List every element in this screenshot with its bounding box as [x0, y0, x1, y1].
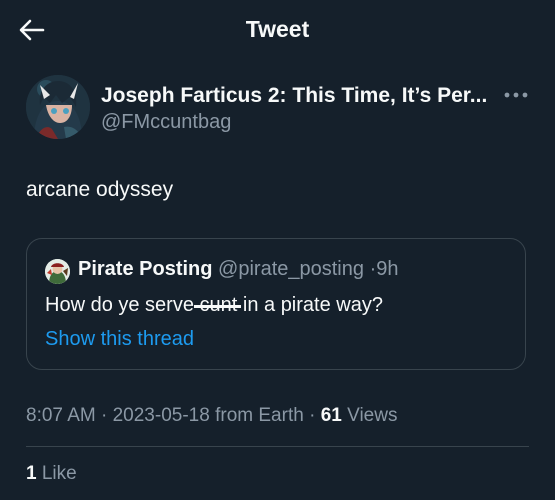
more-button[interactable]	[501, 85, 531, 105]
author-handle[interactable]: @FMccuntbag	[101, 111, 231, 134]
pirate-avatar-icon	[45, 259, 70, 284]
quote-header: Pirate Posting @pirate_posting ·9h	[78, 258, 398, 281]
tweet-author: Joseph Farticus 2: This Time, It’s Per..…	[26, 75, 531, 141]
tweet-page: Tweet Joseph Farticus 2: This Time, It’s…	[0, 0, 555, 500]
views-label: Views	[347, 405, 398, 426]
divider	[26, 446, 529, 447]
likes-label: Like	[41, 463, 77, 484]
avatar[interactable]	[26, 75, 90, 139]
quote-text-struck: cunt	[193, 294, 242, 316]
tweet-text: arcane odyssey	[26, 178, 174, 201]
likes-count: 1	[26, 463, 37, 484]
quote-time[interactable]: 9h	[376, 258, 398, 280]
quote-text-after: in a pirate way?	[237, 294, 383, 316]
header: Tweet	[0, 0, 555, 60]
tweet-source: from Earth	[215, 405, 304, 426]
quote-handle[interactable]: @pirate_posting	[218, 258, 364, 280]
tweet-date[interactable]: 2023-05-18	[113, 405, 210, 426]
quote-text: How do ye serve cunt in a pirate way?	[45, 294, 383, 317]
quote-avatar[interactable]	[45, 259, 70, 284]
quote-display-name[interactable]: Pirate Posting	[78, 258, 212, 280]
author-display-name[interactable]: Joseph Farticus 2: This Time, It’s Per..…	[101, 84, 487, 108]
quote-text-before: How do ye serve	[45, 294, 200, 316]
tweet-time[interactable]: 8:07 AM	[26, 405, 96, 426]
meta-separator: ·	[309, 405, 321, 426]
show-thread-link[interactable]: Show this thread	[45, 328, 194, 351]
likes-link[interactable]: 1 Like	[26, 463, 77, 485]
quoted-tweet[interactable]: Pirate Posting @pirate_posting ·9h How d…	[26, 238, 526, 370]
views-count: 61	[320, 405, 342, 426]
avatar-icon	[26, 75, 90, 139]
page-title: Tweet	[245, 16, 310, 42]
meta-separator: ·	[101, 405, 113, 426]
tweet-meta: 8:07 AM · 2023-05-18 from Earth · 61 Vie…	[26, 405, 397, 427]
more-horizontal-icon	[504, 92, 528, 98]
